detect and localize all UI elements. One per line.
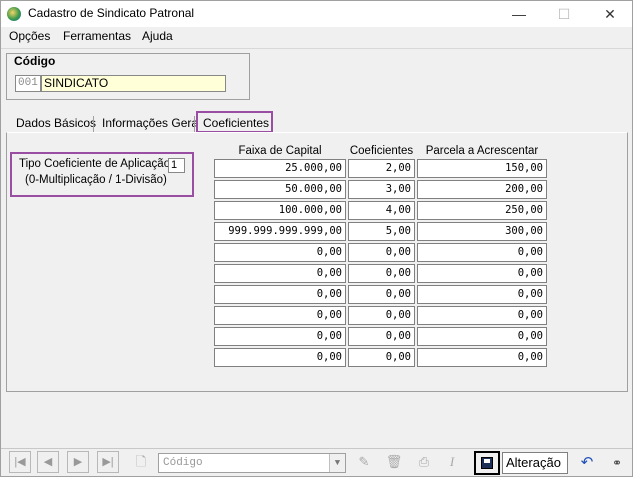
menu-ferramentas[interactable]: Ferramentas	[63, 29, 131, 43]
parcela-cell[interactable]: 250,00	[417, 201, 547, 220]
header-faixa-capital: Faixa de Capital	[238, 145, 322, 157]
menu-ajuda[interactable]: Ajuda	[142, 29, 173, 43]
search-combo[interactable]: Código ▼	[158, 453, 346, 473]
tipo-coeficiente-hint: (0-Multiplicação / 1-Divisão)	[25, 174, 167, 186]
coeficiente-cell[interactable]: 5,00	[348, 222, 415, 241]
maximize-button[interactable]: ☐	[544, 3, 584, 25]
title-bar: Cadastro de Sindicato Patronal — ☐ ✕	[1, 1, 632, 27]
faixa-capital-cell[interactable]: 0,00	[214, 243, 346, 262]
coeficiente-cell[interactable]: 2,00	[348, 159, 415, 178]
save-icon	[481, 457, 493, 469]
parcela-cell[interactable]: 150,00	[417, 159, 547, 178]
first-record-button[interactable]: |◀	[9, 451, 31, 473]
faixa-capital-cell[interactable]: 0,00	[214, 306, 346, 325]
minimize-button[interactable]: —	[499, 3, 539, 25]
tab-coeficientes[interactable]: Coeficientes	[196, 111, 273, 133]
coeficiente-cell[interactable]: 0,00	[348, 306, 415, 325]
chevron-down-icon[interactable]: ▼	[329, 454, 345, 472]
tab-dados-basicos[interactable]: Dados Básicos	[11, 114, 101, 133]
tipo-coeficiente-input[interactable]: 1	[168, 158, 185, 173]
undo-icon[interactable]: ↶	[576, 452, 598, 474]
coeficiente-cell[interactable]: 0,00	[348, 348, 415, 367]
italic-icon[interactable]: I	[441, 451, 463, 473]
faixa-capital-cell[interactable]: 0,00	[214, 327, 346, 346]
parcela-cell[interactable]: 0,00	[417, 348, 547, 367]
faixa-capital-cell[interactable]: 25.000,00	[214, 159, 346, 178]
close-button[interactable]: ✕	[590, 3, 630, 25]
binoculars-icon[interactable]: ⚭	[606, 452, 628, 474]
search-combo-value: Código	[163, 457, 203, 469]
last-record-button[interactable]: ▶|	[97, 451, 119, 473]
print-icon[interactable]: ⎙	[413, 451, 435, 473]
codigo-prefix-field[interactable]: 001	[15, 75, 41, 92]
coeficiente-cell[interactable]: 3,00	[348, 180, 415, 199]
parcela-cell[interactable]: 200,00	[417, 180, 547, 199]
new-document-icon[interactable]: 🗋	[130, 451, 152, 473]
faixa-capital-cell[interactable]: 999.999.999.999,00	[214, 222, 346, 241]
coeficiente-cell[interactable]: 0,00	[348, 285, 415, 304]
edit-icon[interactable]: ✎	[353, 451, 375, 473]
coeficiente-cell[interactable]: 0,00	[348, 243, 415, 262]
menu-separator	[1, 48, 632, 49]
codigo-label: Código	[14, 54, 56, 68]
menu-bar: Opções Ferramentas Ajuda	[1, 27, 632, 47]
save-button[interactable]	[474, 451, 500, 475]
coeficiente-cell[interactable]: 0,00	[348, 327, 415, 346]
header-parcela: Parcela a Acrescentar	[425, 145, 539, 157]
next-record-button[interactable]: ▶	[67, 451, 89, 473]
faixa-capital-cell[interactable]: 0,00	[214, 264, 346, 283]
tab-divider	[194, 116, 195, 132]
parcela-cell[interactable]: 0,00	[417, 285, 547, 304]
tab-divider	[93, 116, 94, 132]
delete-icon[interactable]: 🗑	[383, 451, 405, 473]
window-title: Cadastro de Sindicato Patronal	[28, 6, 195, 20]
parcela-cell[interactable]: 0,00	[417, 327, 547, 346]
parcela-cell[interactable]: 300,00	[417, 222, 547, 241]
previous-record-button[interactable]: ◀	[37, 451, 59, 473]
app-icon	[7, 7, 21, 21]
faixa-capital-cell[interactable]: 100.000,00	[214, 201, 346, 220]
status-mode: Alteração	[502, 452, 568, 474]
parcela-cell[interactable]: 0,00	[417, 243, 547, 262]
faixa-capital-cell[interactable]: 0,00	[214, 348, 346, 367]
tipo-coeficiente-label: Tipo Coeficiente de Aplicação:	[19, 158, 174, 170]
faixa-capital-cell[interactable]: 0,00	[214, 285, 346, 304]
coeficiente-cell[interactable]: 4,00	[348, 201, 415, 220]
main-window: Cadastro de Sindicato Patronal — ☐ ✕ Opç…	[0, 0, 633, 477]
codigo-name-field[interactable]: SINDICATO	[41, 75, 226, 92]
menu-opcoes[interactable]: Opções	[9, 29, 50, 43]
faixa-capital-cell[interactable]: 50.000,00	[214, 180, 346, 199]
coeficiente-cell[interactable]: 0,00	[348, 264, 415, 283]
header-coeficientes: Coeficientes	[349, 145, 414, 157]
parcela-cell[interactable]: 0,00	[417, 264, 547, 283]
parcela-cell[interactable]: 0,00	[417, 306, 547, 325]
